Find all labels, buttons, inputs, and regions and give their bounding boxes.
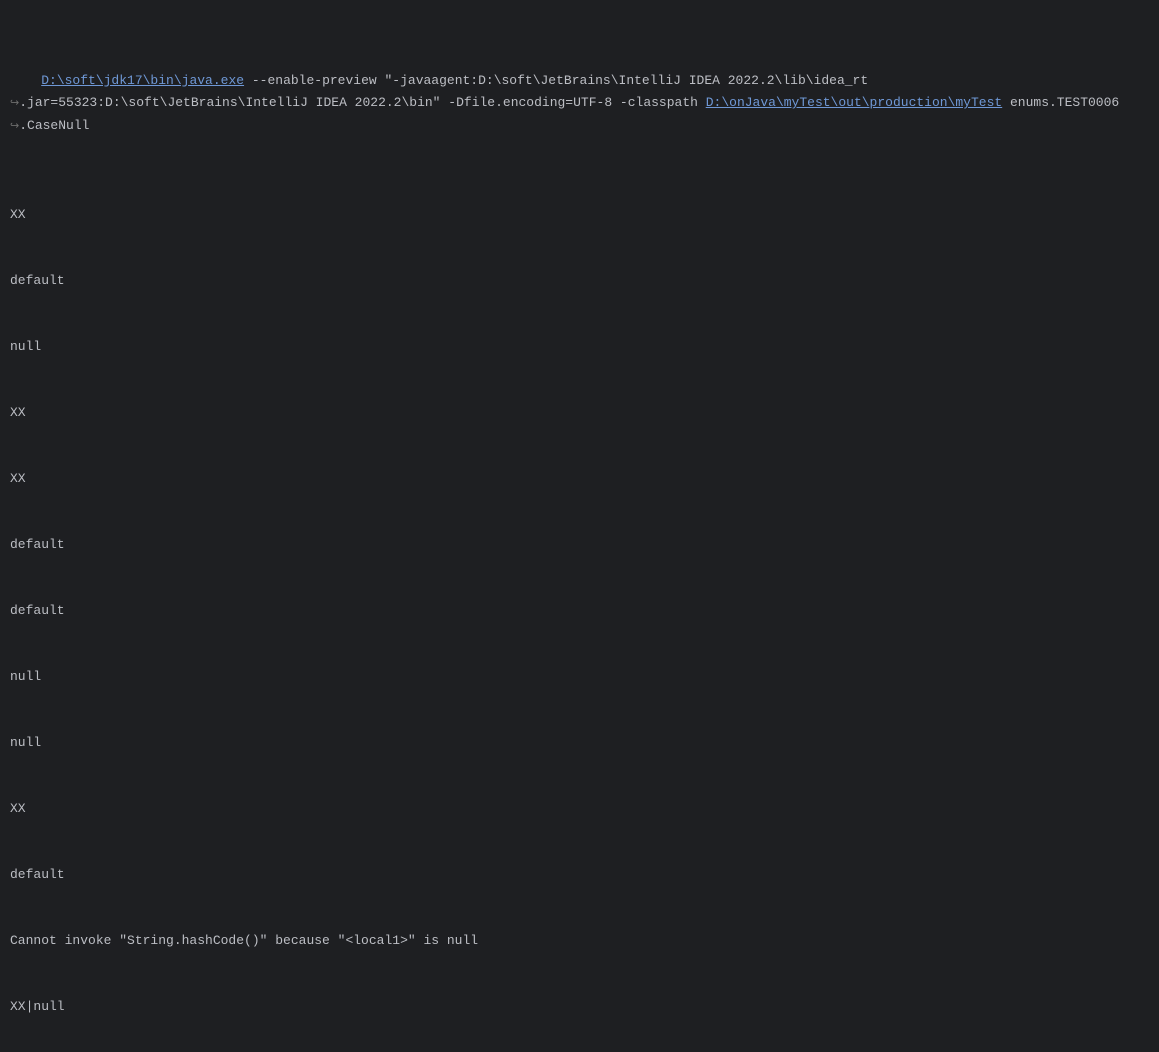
output-line: XX <box>10 204 1149 226</box>
output-line: null <box>10 336 1149 358</box>
classpath-link[interactable]: D:\onJava\myTest\out\production\myTest <box>706 95 1002 110</box>
java-exe-link[interactable]: D:\soft\jdk17\bin\java.exe <box>41 73 244 88</box>
output-line: XX|null <box>10 996 1149 1018</box>
main-class-text: enums.TEST0006 <box>1002 95 1119 110</box>
output-line: Cannot invoke "String.hashCode()" becaus… <box>10 930 1149 952</box>
command-args-2: .jar=55323:D:\soft\JetBrains\IntelliJ ID… <box>19 95 706 110</box>
output-line: default <box>10 270 1149 292</box>
output-line: default <box>10 864 1149 886</box>
command-suffix: .CaseNull <box>19 118 89 133</box>
output-line: null <box>10 732 1149 754</box>
console-output-panel[interactable]: D:\soft\jdk17\bin\java.exe --enable-prev… <box>10 4 1149 1052</box>
wrap-indicator-icon: ↪ <box>10 98 19 110</box>
wrap-indicator-icon: ↪ <box>10 121 19 133</box>
output-line: default <box>10 534 1149 556</box>
output-line: XX <box>10 402 1149 424</box>
output-line: XX <box>10 468 1149 490</box>
java-command-line: D:\soft\jdk17\bin\java.exe --enable-prev… <box>10 48 1149 160</box>
output-line: default <box>10 600 1149 622</box>
output-line: XX <box>10 798 1149 820</box>
command-args-1: --enable-preview "-javaagent:D:\soft\Jet… <box>244 73 868 88</box>
output-line: null <box>10 666 1149 688</box>
